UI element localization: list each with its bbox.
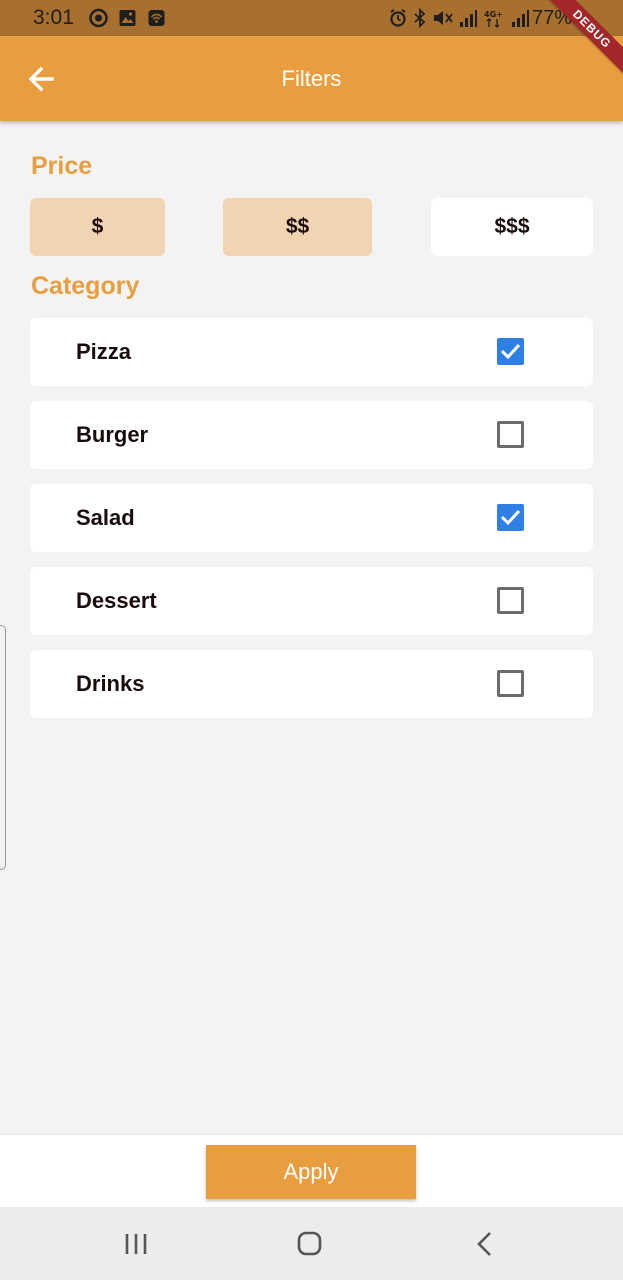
burger-checkbox[interactable]: [497, 421, 524, 448]
page-title: Filters: [281, 66, 342, 91]
signal-icon: [460, 10, 477, 27]
apply-button[interactable]: Apply: [206, 1145, 416, 1199]
price-option-3[interactable]: $$$: [431, 198, 593, 256]
salad-checkbox[interactable]: [497, 504, 524, 531]
pizza-checkbox[interactable]: [497, 338, 524, 365]
status-left-icons: [88, 8, 167, 28]
bluetooth-icon: [414, 8, 426, 28]
bottom-action-bar: Apply: [0, 1134, 623, 1207]
category-item-drinks[interactable]: Drinks: [30, 650, 593, 718]
wifi-calling-icon: [148, 10, 165, 26]
category-item-dessert[interactable]: Dessert: [30, 567, 593, 635]
back-icon: [477, 1232, 491, 1256]
edge-panel-handle[interactable]: [0, 625, 6, 870]
category-item-pizza[interactable]: Pizza: [30, 318, 593, 386]
category-label: Burger: [76, 422, 149, 447]
price-section-title: Price: [31, 152, 93, 180]
svg-text:4G+: 4G+: [484, 10, 503, 19]
drinks-checkbox[interactable]: [497, 670, 524, 697]
status-time: 3:01: [33, 6, 74, 29]
system-nav-bar: [0, 1207, 623, 1280]
category-label: Salad: [76, 505, 135, 530]
dessert-checkbox[interactable]: [497, 587, 524, 614]
image-icon: [119, 10, 136, 26]
recent-apps-icon: [125, 1234, 147, 1254]
category-label: Pizza: [76, 339, 132, 364]
recent-apps-button[interactable]: [116, 1227, 156, 1261]
category-item-burger[interactable]: Burger: [30, 401, 593, 469]
price-option-2[interactable]: $$: [223, 198, 372, 256]
alarm-icon: [390, 9, 406, 27]
checkmark-icon: [500, 343, 521, 360]
home-icon: [297, 1231, 322, 1256]
signal-icon: [512, 10, 529, 27]
category-item-salad[interactable]: Salad: [30, 484, 593, 552]
mute-icon: [434, 11, 453, 25]
app-bar: Filters: [0, 36, 623, 121]
nav-back-button[interactable]: [466, 1227, 506, 1261]
circle-a-icon: [89, 8, 108, 28]
category-section-title: Category: [31, 272, 140, 300]
4g-icon: 4G+: [484, 10, 503, 28]
status-right-icons: 4G+: [388, 8, 530, 28]
category-label: Drinks: [76, 671, 145, 696]
category-list: Pizza Burger Salad Dessert Drinks: [30, 318, 593, 733]
home-button[interactable]: [290, 1227, 330, 1261]
checkmark-icon: [500, 509, 521, 526]
status-bar: 3:01 4G+ 77%: [0, 0, 623, 36]
price-option-1[interactable]: $: [30, 198, 165, 256]
category-label: Dessert: [76, 588, 157, 613]
